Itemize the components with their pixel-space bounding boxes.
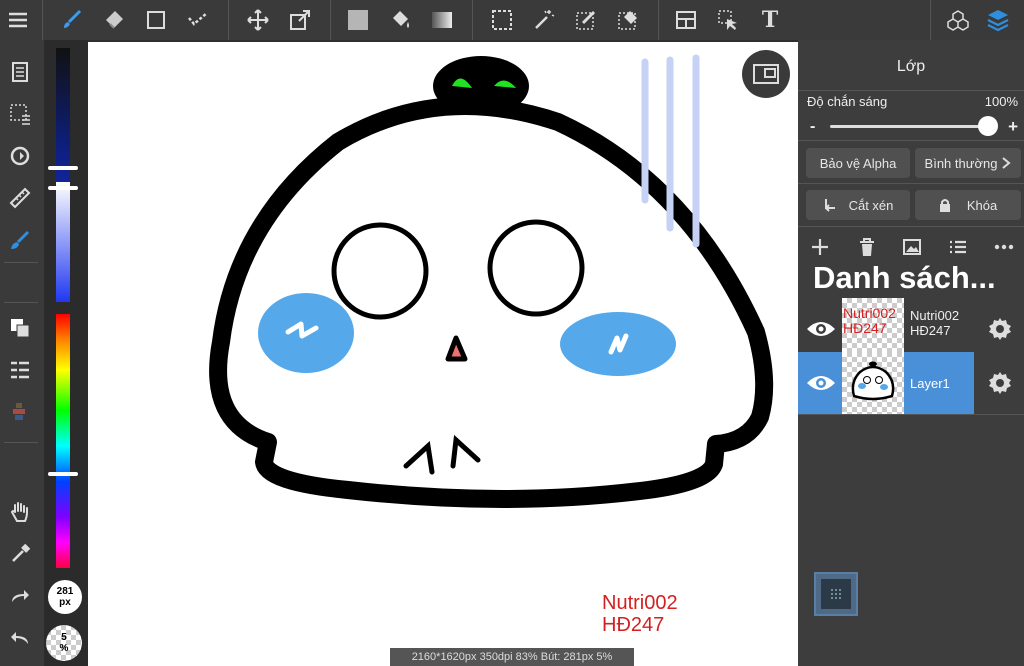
hue-slider[interactable] — [48, 314, 78, 568]
thumb-text-line1: Nutri002 — [843, 305, 896, 321]
undo-icon[interactable] — [4, 622, 36, 654]
right-eye — [487, 219, 585, 317]
drawing-canvas[interactable]: Nutri002 HĐ247 — [88, 42, 798, 666]
saturation-slider[interactable] — [48, 182, 78, 302]
hand-icon[interactable] — [4, 496, 36, 528]
background-layer-button[interactable] — [814, 572, 858, 616]
text-icon[interactable]: T — [754, 4, 786, 36]
select-eraser-icon[interactable] — [612, 4, 644, 36]
opacity-value: 100% — [984, 94, 1018, 109]
opacity-slider-thumb[interactable] — [978, 116, 998, 136]
redo-icon[interactable] — [4, 580, 36, 612]
brush-size-unit: px — [59, 597, 71, 608]
status-bar: 2160*1620px 350dpi 83% Bút: 281px 5% — [390, 648, 634, 666]
rotate-icon[interactable] — [4, 140, 36, 172]
move-icon[interactable] — [242, 4, 274, 36]
color-slider-column: 281 px 5 % — [44, 40, 88, 666]
watermark-line1: Nutri002 — [602, 592, 678, 614]
rectangle-icon[interactable] — [140, 4, 172, 36]
pages-icon[interactable] — [4, 56, 36, 88]
materials-icon[interactable] — [942, 4, 974, 36]
eyedropper-icon[interactable] — [4, 538, 36, 570]
thumb-text-line2: HĐ247 — [843, 320, 887, 336]
add-layer-icon[interactable] — [810, 237, 830, 257]
blend-mode-button[interactable]: Bình thường — [915, 148, 1021, 178]
blend-mode-label: Bình thường — [924, 155, 998, 171]
chevron-right-icon — [1002, 157, 1011, 169]
layer-settings-gear-icon[interactable] — [988, 371, 1012, 395]
hue-slider-thumb[interactable] — [48, 472, 78, 476]
layer-row-selected[interactable]: Layer1 — [798, 352, 974, 414]
thumbnail-drawing — [851, 361, 895, 401]
color-history-icon[interactable] — [4, 396, 36, 428]
ruler-icon[interactable] — [4, 182, 36, 214]
clip-label: Cắt xén — [848, 197, 894, 213]
bucket-icon[interactable] — [384, 4, 416, 36]
left-toolbar — [0, 40, 44, 666]
layer-name: Layer1 — [910, 376, 950, 391]
watermark-line2: HĐ247 — [602, 614, 665, 636]
lock-button[interactable]: Khóa — [915, 190, 1021, 220]
top-toolbar: T — [0, 0, 1024, 40]
brush-fill-icon[interactable] — [4, 224, 36, 256]
layout-icon[interactable] — [670, 4, 702, 36]
opacity-label: Độ chắn sáng — [807, 94, 888, 109]
panel-title: Lớp — [896, 58, 926, 75]
layer-name: Nutri002 HĐ247 — [910, 308, 959, 338]
brush-size-value: 281 — [56, 586, 74, 597]
select-pen-icon[interactable] — [570, 4, 602, 36]
brush-opacity-value: 5 — [61, 632, 67, 643]
layers-panel: Lớp Độ chắn sáng 100% - + Bảo vệ Alpha B… — [798, 40, 1024, 666]
layer-row[interactable]: Nutri002 HĐ247 Nutri002 HĐ247 — [798, 298, 1024, 360]
opacity-slider[interactable] — [830, 116, 998, 136]
brush-icon[interactable] — [56, 4, 88, 36]
layer-list-icon[interactable] — [948, 237, 968, 257]
transform-icon[interactable] — [284, 4, 316, 36]
selection-icon[interactable] — [4, 98, 36, 130]
more-options-icon[interactable] — [993, 237, 1015, 257]
select-icon[interactable] — [486, 4, 518, 36]
alpha-protect-label: Bảo vệ Alpha — [819, 155, 897, 171]
opacity-minus[interactable]: - — [810, 118, 815, 136]
alpha-protect-button[interactable]: Bảo vệ Alpha — [806, 148, 910, 178]
eye-icon[interactable] — [806, 373, 836, 393]
canvas-drawing — [209, 54, 774, 508]
eraser-icon[interactable] — [98, 4, 130, 36]
clip-arrow-icon — [824, 199, 835, 212]
layer-name-line1: Nutri002 — [910, 308, 960, 323]
menu-icon[interactable] — [2, 4, 34, 36]
left-eye — [331, 222, 429, 320]
clip-button[interactable]: Cắt xén — [806, 190, 910, 220]
fill-color-icon[interactable] — [342, 4, 374, 36]
import-image-icon[interactable] — [902, 237, 922, 257]
brightness-slider-thumb[interactable] — [48, 166, 78, 170]
saturation-slider-thumb[interactable] — [48, 186, 78, 190]
magic-wand-icon[interactable] — [528, 4, 560, 36]
selected-layer-settings[interactable] — [974, 352, 1024, 414]
grid-dots-icon — [831, 589, 841, 599]
eye-icon[interactable] — [806, 319, 836, 339]
navigator-icon — [753, 64, 779, 84]
smudge-icon[interactable] — [182, 4, 214, 36]
canvas-view-button[interactable] — [742, 50, 790, 98]
layers-small-icon[interactable] — [4, 312, 36, 344]
gradient-icon[interactable] — [426, 4, 458, 36]
lock-label: Khóa — [966, 197, 998, 213]
lock-icon — [939, 199, 950, 212]
delete-layer-icon[interactable] — [857, 237, 877, 257]
select-layer-icon[interactable] — [712, 4, 744, 36]
brush-opacity-button[interactable]: 5 % — [46, 625, 82, 661]
layer-thumbnail — [842, 352, 904, 414]
brush-size-button[interactable]: 281 px — [48, 580, 82, 614]
canvas-watermark: Nutri002 HĐ247 — [602, 592, 678, 636]
list-icon[interactable] — [4, 354, 36, 386]
layer-thumbnail: Nutri002 HĐ247 — [842, 298, 904, 360]
text-tool-label: T — [761, 7, 779, 33]
layer-list-title: Danh sách... — [813, 260, 996, 295]
brush-opacity-unit: % — [59, 643, 69, 654]
layer-settings-gear-icon[interactable] — [988, 317, 1012, 341]
layers-icon[interactable] — [982, 4, 1014, 36]
opacity-plus[interactable]: + — [1008, 117, 1018, 137]
layer-name-line2: HĐ247 — [910, 323, 951, 338]
